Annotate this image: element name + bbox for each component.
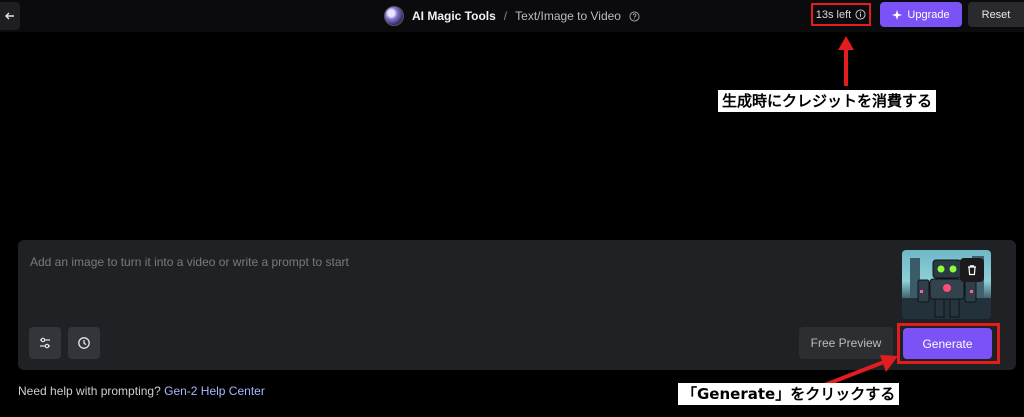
- arrow-left-icon: [5, 12, 14, 20]
- clock-icon: [78, 337, 90, 349]
- brand-name[interactable]: AI Magic Tools: [412, 9, 496, 23]
- help-footer: Need help with prompting? Gen-2 Help Cen…: [18, 384, 265, 398]
- free-preview-label: Free Preview: [810, 336, 882, 350]
- back-button[interactable]: [0, 2, 20, 30]
- trash-icon: [968, 265, 976, 276]
- upgrade-button[interactable]: Upgrade: [880, 2, 962, 27]
- help-center-link[interactable]: Gen-2 Help Center: [164, 384, 265, 398]
- top-bar: AI Magic Tools / Text/Image to Video 13s…: [0, 0, 1024, 32]
- info-icon[interactable]: [855, 9, 866, 20]
- settings-button[interactable]: [29, 327, 61, 359]
- breadcrumb: AI Magic Tools / Text/Image to Video: [384, 0, 640, 32]
- history-button[interactable]: [68, 327, 100, 359]
- app-logo: [384, 6, 404, 26]
- credit-note-callout: 生成時にクレジットを消費する: [718, 90, 937, 112]
- generate-label: Generate: [922, 336, 973, 351]
- time-left-text: 13s left: [815, 8, 852, 21]
- upgrade-label: Upgrade: [907, 8, 950, 21]
- sliders-icon: [40, 337, 50, 349]
- sparkle-icon: [892, 9, 903, 20]
- reset-label: Reset: [981, 8, 1011, 21]
- generate-note-callout: 「Generate」をクリックする: [678, 383, 900, 405]
- time-left-indicator: 13s left: [811, 3, 871, 26]
- generate-button[interactable]: Generate: [903, 328, 992, 359]
- delete-image-button[interactable]: [960, 258, 984, 282]
- help-text: Need help with prompting?: [18, 384, 161, 398]
- breadcrumb-separator: /: [503, 9, 508, 23]
- page-title: Text/Image to Video: [515, 9, 621, 23]
- reset-button[interactable]: Reset: [968, 2, 1024, 27]
- annotation-arrow-up: [838, 36, 854, 86]
- prompt-input[interactable]: [30, 252, 890, 272]
- question-circle-icon[interactable]: [629, 10, 640, 22]
